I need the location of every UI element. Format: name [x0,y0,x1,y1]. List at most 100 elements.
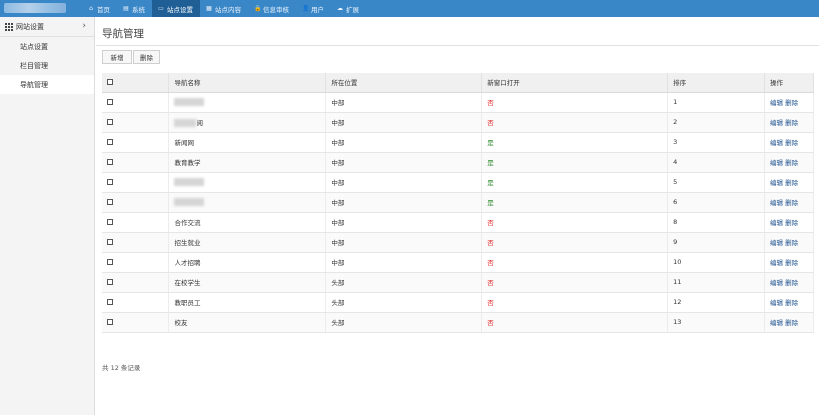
edit-link[interactable]: 编辑 [770,319,783,327]
actions-cell: 编辑 删除 [764,112,815,133]
sidebar-item[interactable]: 栏目管理 [0,56,94,75]
edit-link[interactable]: 编辑 [770,239,783,247]
new-window-value: 否 [487,299,494,307]
new-window-cell: 否 [481,312,669,333]
row-checkbox[interactable] [107,219,113,225]
divider [96,45,819,46]
new-window-cell: 否 [481,112,669,133]
delete-link[interactable]: 删除 [785,139,798,147]
col-header-new-window: 新窗口打开 [481,73,669,93]
delete-link[interactable]: 删除 [785,99,798,107]
actions-cell: 编辑 删除 [764,232,815,253]
nav-item-5[interactable]: 👤 用户 [296,0,331,17]
edit-link[interactable]: 编辑 [770,199,783,207]
row-checkbox[interactable] [107,299,113,305]
nav-name-cell: 阅 [168,112,327,133]
nav-name-cell: 合作交流 [168,212,327,233]
delete-link[interactable]: 删除 [785,199,798,207]
new-window-value: 是 [487,159,494,167]
nav-item-0[interactable]: ⌂ 首页 [82,0,117,17]
nav-name-cell: 人才招聘 [168,252,327,273]
add-button[interactable]: 新增 [102,50,132,64]
nav-item-label: 用户 [311,5,324,14]
sort-cell: 4 [667,152,765,173]
sidebar-header[interactable]: 网站设置 › [0,17,94,37]
nav-item-6[interactable]: ☁ 扩展 [331,0,366,17]
row-checkbox[interactable] [107,139,113,145]
nav-name-cell: 招生就业 [168,232,327,253]
chevron-right-icon[interactable]: › [82,21,86,31]
edit-link[interactable]: 编辑 [770,279,783,287]
monitor-icon: ▭ [158,4,164,12]
position-cell: 中部 [325,172,483,193]
nav-item-1[interactable]: ▤ 系统 [117,0,152,17]
row-select-cell [102,192,170,213]
nav-name-cell [168,192,327,213]
new-window-cell: 是 [481,132,669,153]
nav-table: 导航名称 所在位置 新窗口打开 排序 操作 中部否 1 编辑 删除阅中部否 2 编辑 删… [102,73,815,333]
edit-link[interactable]: 编辑 [770,219,783,227]
nav-name: 人才招聘 [174,259,201,267]
position-cell: 头部 [325,312,483,333]
edit-link[interactable]: 编辑 [770,139,783,147]
sidebar-item[interactable]: 导航管理 [0,75,94,94]
delete-link[interactable]: 删除 [785,299,798,307]
actions-cell: 编辑 删除 [764,292,815,313]
delete-button[interactable]: 删除 [133,50,160,64]
sidebar-item[interactable]: 站点设置 [0,37,94,56]
nav-item-2[interactable]: ▭ 站点设置 [152,0,200,17]
row-checkbox[interactable] [107,119,113,125]
position-cell: 中部 [325,112,483,133]
delete-link[interactable]: 删除 [785,159,798,167]
position-cell: 头部 [325,292,483,313]
row-select-cell [102,212,170,233]
row-select-cell [102,132,170,153]
edit-link[interactable]: 编辑 [770,179,783,187]
redacted-text [174,178,205,186]
row-select-cell [102,92,170,113]
delete-link[interactable]: 删除 [785,179,798,187]
select-all-checkbox[interactable] [107,79,113,86]
table-icon: ▦ [206,4,212,12]
edit-link[interactable]: 编辑 [770,99,783,107]
row-checkbox[interactable] [107,239,113,245]
row-checkbox[interactable] [107,279,113,285]
top-navbar: ⌂ 首页 ▤ 系统 ▭ 站点设置 ▦ 站点内容 🔒 信息审核 👤 用户 ☁ 扩展 [0,0,819,17]
row-checkbox[interactable] [107,319,113,325]
actions-cell: 编辑 删除 [764,152,815,173]
redacted-text [174,119,197,127]
position-cell: 中部 [325,232,483,253]
new-window-cell: 否 [481,292,669,313]
row-checkbox[interactable] [107,179,113,185]
lock-icon: 🔒 [254,4,262,12]
site-logo[interactable] [4,3,66,13]
position-cell: 中部 [325,132,483,153]
row-select-cell [102,232,170,253]
row-checkbox[interactable] [107,199,113,205]
actions-cell: 编辑 删除 [764,132,815,153]
actions-cell: 编辑 删除 [764,192,815,213]
delete-link[interactable]: 删除 [785,279,798,287]
nav-item-4[interactable]: 🔒 信息审核 [248,0,296,17]
grid-icon [5,22,13,31]
sort-cell: 6 [667,192,765,213]
row-checkbox[interactable] [107,99,113,105]
row-select-cell [102,152,170,173]
delete-link[interactable]: 删除 [785,219,798,227]
table-row: 中部是 5 编辑 删除 [102,172,815,193]
delete-link[interactable]: 删除 [785,259,798,267]
nav-item-3[interactable]: ▦ 站点内容 [200,0,248,17]
row-checkbox[interactable] [107,259,113,265]
col-header-sort: 排序 [667,73,765,93]
edit-link[interactable]: 编辑 [770,159,783,167]
table-row: 中部是 6 编辑 删除 [102,192,815,213]
edit-link[interactable]: 编辑 [770,299,783,307]
delete-link[interactable]: 删除 [785,119,798,127]
row-checkbox[interactable] [107,159,113,165]
edit-link[interactable]: 编辑 [770,259,783,267]
nav-name: 校友 [174,319,188,327]
sort-cell: 11 [667,272,765,293]
delete-link[interactable]: 删除 [785,239,798,247]
edit-link[interactable]: 编辑 [770,119,783,127]
delete-link[interactable]: 删除 [785,319,798,327]
